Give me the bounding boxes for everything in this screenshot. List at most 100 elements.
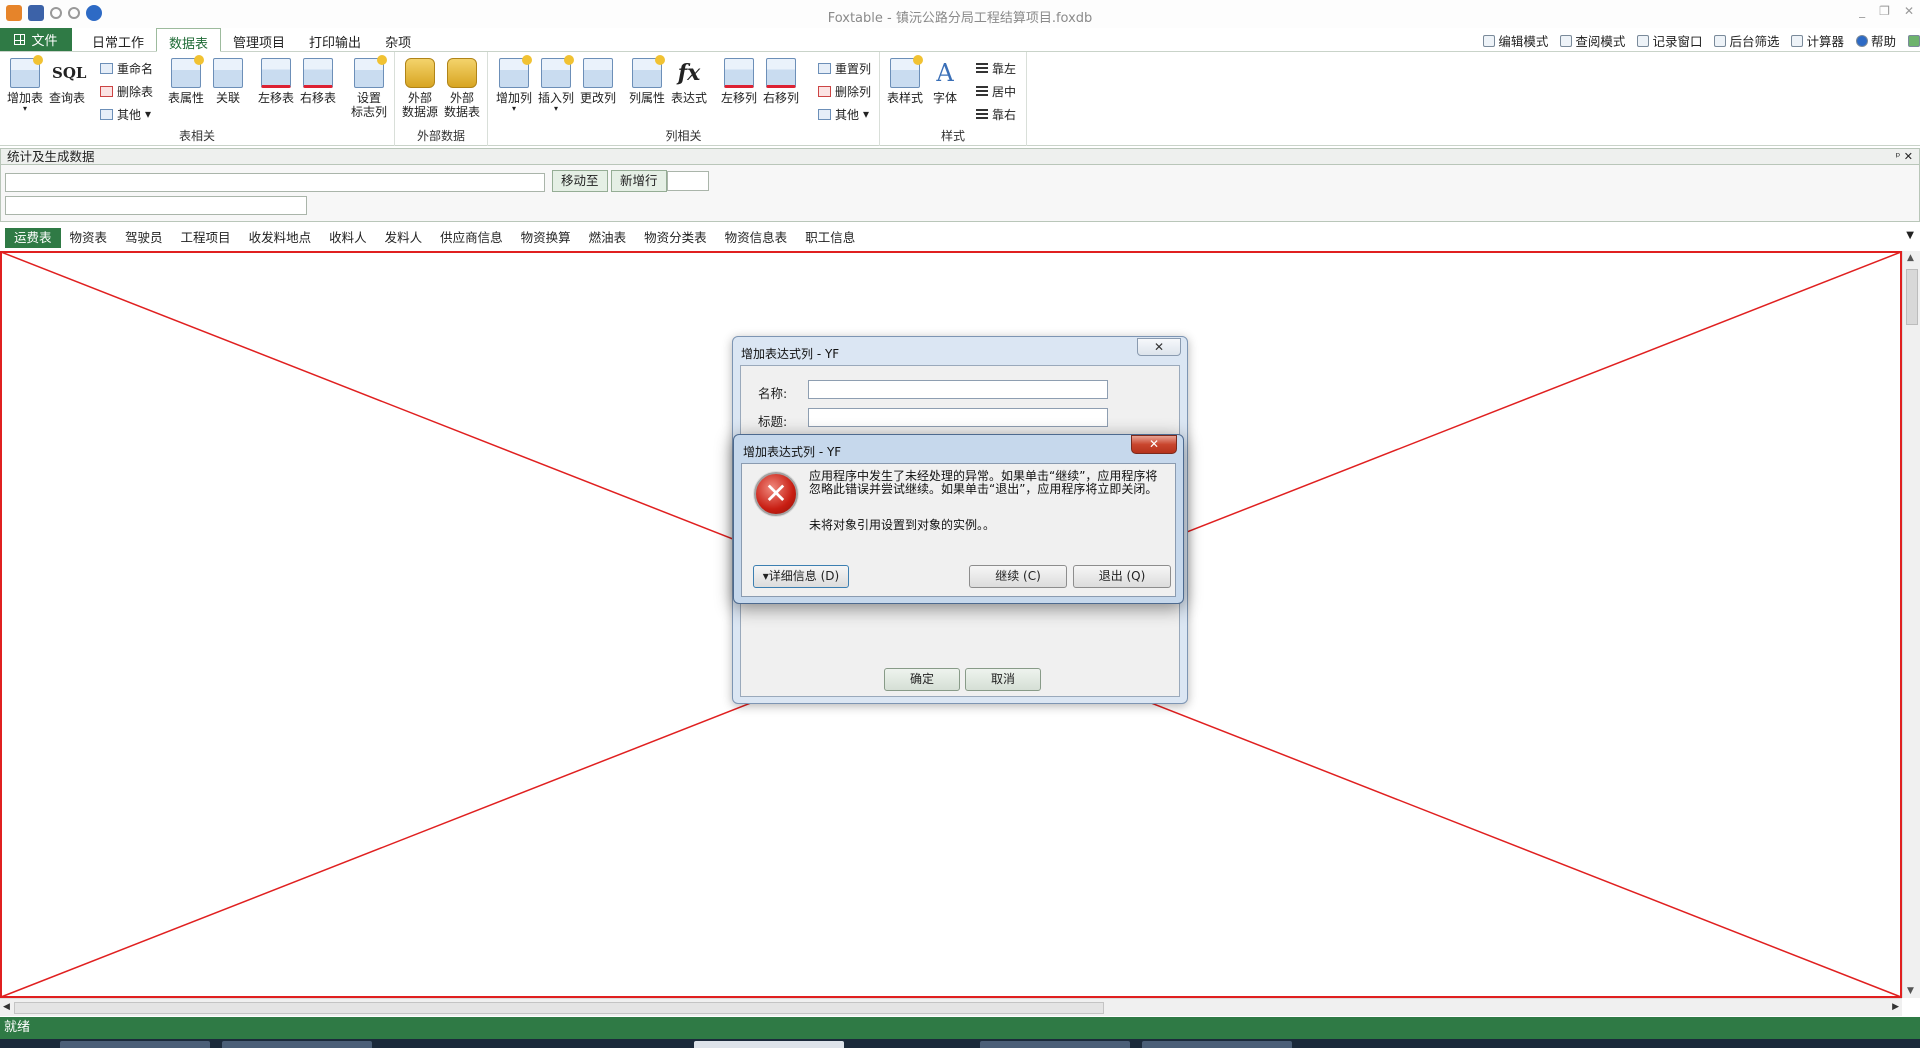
- table-right-icon: [303, 58, 333, 88]
- taskbar-item[interactable]: [980, 1041, 1130, 1048]
- table-other-button[interactable]: 其他 ▾: [100, 106, 151, 122]
- row-count-input[interactable]: [667, 171, 709, 191]
- scroll-right-icon[interactable]: ▶: [1892, 1002, 1899, 1012]
- taskbar: [0, 1039, 1920, 1048]
- table-props-label: 表属性: [167, 91, 204, 105]
- file-menu-button[interactable]: 文件: [0, 28, 72, 51]
- stat-expression-input[interactable]: [5, 173, 545, 192]
- users-button[interactable]: [1908, 31, 1920, 50]
- details-button[interactable]: ▾详细信息 (D): [753, 565, 849, 588]
- delete-table-icon: [100, 85, 113, 97]
- group-label-table: 表相关: [178, 129, 215, 143]
- font-button[interactable]: A 字体: [924, 58, 966, 105]
- add-table-button[interactable]: 增加表 ▾: [4, 55, 46, 113]
- close-button[interactable]: ✕: [1904, 4, 1914, 18]
- help-circle-icon: [1855, 34, 1868, 47]
- column-props-button[interactable]: 列属性: [626, 55, 668, 105]
- taskbar-item[interactable]: [694, 1041, 844, 1048]
- align-left-label: 靠左: [992, 61, 1017, 76]
- move-column-left-button[interactable]: 左移列: [718, 58, 760, 105]
- table-tab[interactable]: 物资换算: [512, 228, 580, 248]
- scroll-down-icon[interactable]: ▼: [1907, 986, 1914, 996]
- external-source-button[interactable]: 外部 数据源: [399, 58, 441, 119]
- column-other-button[interactable]: 其他 ▾: [818, 106, 869, 122]
- menu-tabs: 日常工作 数据表 管理项目 打印输出 杂项: [80, 28, 423, 52]
- new-row-button[interactable]: 新增行: [611, 170, 667, 192]
- relation-icon: [213, 58, 243, 88]
- add-column-button[interactable]: 增加列 ▾: [493, 55, 535, 113]
- vertical-scroll-thumb[interactable]: [1906, 269, 1918, 325]
- help-button[interactable]: 帮助: [1855, 31, 1896, 50]
- align-left-button[interactable]: 靠左: [976, 60, 1016, 76]
- align-center-button[interactable]: 居中: [976, 83, 1016, 99]
- minimize-button[interactable]: _: [1859, 4, 1865, 18]
- change-column-icon: [583, 58, 613, 88]
- query-table-button[interactable]: SQL 查询表: [46, 58, 88, 105]
- edit-mode-button[interactable]: 编辑模式: [1483, 31, 1548, 50]
- table-tab[interactable]: 职工信息: [796, 228, 864, 248]
- align-center-label: 居中: [992, 84, 1017, 99]
- relation-button[interactable]: 关联: [207, 58, 249, 105]
- table-tab[interactable]: 物资分类表: [635, 228, 716, 248]
- rename-button[interactable]: 重命名: [100, 60, 153, 76]
- tab-misc[interactable]: 杂项: [373, 28, 423, 52]
- stat-secondary-input[interactable]: [5, 196, 307, 215]
- scroll-up-icon[interactable]: ▲: [1907, 253, 1914, 263]
- calculator-button[interactable]: 计算器: [1791, 31, 1844, 50]
- table-style-button[interactable]: 表样式: [884, 55, 926, 105]
- tab-manage-project[interactable]: 管理项目: [221, 28, 297, 52]
- tab-print-output[interactable]: 打印输出: [297, 28, 373, 52]
- continue-button[interactable]: 继续 (C): [969, 565, 1067, 588]
- tab-data-table[interactable]: 数据表: [156, 28, 222, 52]
- move-to-button[interactable]: 移动至: [552, 170, 608, 192]
- error-dialog-close-button[interactable]: ✕: [1131, 435, 1177, 454]
- quit-button[interactable]: 退出 (Q): [1073, 565, 1171, 588]
- external-table-button[interactable]: 外部 数据表: [441, 58, 483, 119]
- view-mode-button[interactable]: 查阅模式: [1560, 31, 1625, 50]
- table-tab[interactable]: 物资信息表: [716, 228, 797, 248]
- delete-table-button[interactable]: 删除表: [100, 83, 153, 99]
- delete-column-button[interactable]: 删除列: [818, 83, 871, 99]
- table-other-label: 其他: [117, 107, 142, 122]
- table-tab[interactable]: 工程项目: [172, 228, 240, 248]
- change-column-label: 更改列: [579, 91, 616, 105]
- group-label-style: 样式: [940, 129, 965, 143]
- background-filter-button[interactable]: 后台筛选: [1714, 31, 1779, 50]
- taskbar-item[interactable]: [60, 1041, 210, 1048]
- table-tab[interactable]: 物资表: [61, 228, 117, 248]
- ok-button[interactable]: 确定: [884, 668, 960, 691]
- caption-field[interactable]: [808, 408, 1108, 427]
- table-tab[interactable]: 运费表: [5, 228, 61, 248]
- set-flag-column-button[interactable]: 设置 标志列: [348, 55, 390, 119]
- expression-button[interactable]: fx 表达式: [668, 58, 710, 105]
- insert-column-button[interactable]: 插入列 ▾: [535, 55, 577, 113]
- horizontal-scroll-thumb[interactable]: [14, 1002, 1104, 1014]
- name-field[interactable]: [808, 380, 1108, 399]
- cancel-button[interactable]: 取消: [965, 668, 1041, 691]
- horizontal-scrollbar[interactable]: ◀ ▶: [0, 998, 1902, 1016]
- taskbar-item[interactable]: [1142, 1041, 1292, 1048]
- table-tab[interactable]: 燃油表: [580, 228, 636, 248]
- stat-panel-controls[interactable]: ᵖ ✕: [1896, 150, 1913, 163]
- dialog-close-button[interactable]: ✕: [1137, 338, 1181, 356]
- move-table-right-button[interactable]: 右移表: [297, 58, 339, 105]
- align-right-button[interactable]: 靠右: [976, 106, 1016, 122]
- table-props-button[interactable]: 表属性: [165, 55, 207, 105]
- scroll-left-icon[interactable]: ◀: [3, 1002, 10, 1012]
- change-column-button[interactable]: 更改列: [577, 58, 619, 105]
- tab-daily-work[interactable]: 日常工作: [80, 28, 156, 52]
- move-column-right-button[interactable]: 右移列: [760, 58, 802, 105]
- flag-column-icon: [354, 55, 387, 88]
- table-tab[interactable]: 收料人: [320, 228, 376, 248]
- table-tab[interactable]: 供应商信息: [431, 228, 512, 248]
- record-window-button[interactable]: 记录窗口: [1637, 31, 1702, 50]
- vertical-scrollbar[interactable]: ▲ ▼: [1902, 251, 1920, 998]
- taskbar-item[interactable]: [222, 1041, 372, 1048]
- table-tab[interactable]: 收发料地点: [240, 228, 321, 248]
- reset-column-button[interactable]: 重置列: [818, 60, 871, 76]
- restore-button[interactable]: ❐: [1879, 4, 1890, 18]
- move-table-left-button[interactable]: 左移表: [255, 58, 297, 105]
- tabs-dropdown-icon[interactable]: ▼: [1906, 230, 1914, 241]
- table-tab[interactable]: 发料人: [376, 228, 432, 248]
- table-tab[interactable]: 驾驶员: [116, 228, 172, 248]
